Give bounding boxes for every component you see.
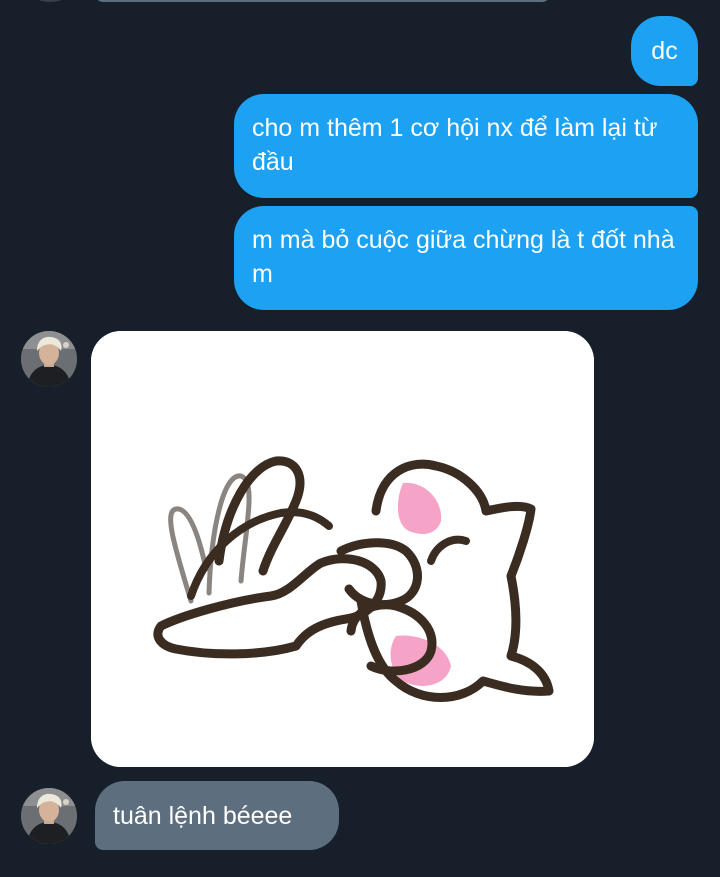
previous-message-bubble-edge[interactable] (95, 0, 550, 2)
sticker-image[interactable] (91, 331, 594, 767)
dm-conversation: dc cho m thêm 1 cơ hội nx để làm lại từ … (0, 0, 720, 877)
outgoing-message-bubble[interactable]: dc (631, 16, 698, 86)
incoming-message-bubble[interactable]: tuân lệnh béeee (95, 781, 339, 850)
outgoing-message-bubble[interactable]: m mà bỏ cuộc giữa chừng là t đốt nhà m (234, 206, 698, 310)
message-text: cho m thêm 1 cơ hội nx để làm lại từ đầu (252, 114, 658, 176)
sender-avatar[interactable] (21, 788, 77, 844)
sender-avatar[interactable] (21, 331, 77, 387)
message-text: tuân lệnh béeee (113, 802, 293, 830)
message-text: dc (651, 37, 678, 65)
message-text: m mà bỏ cuộc giữa chừng là t đốt nhà m (252, 226, 675, 288)
outgoing-message-bubble[interactable]: cho m thêm 1 cơ hội nx để làm lại từ đầu (234, 94, 698, 198)
previous-avatar-edge (30, 0, 70, 2)
